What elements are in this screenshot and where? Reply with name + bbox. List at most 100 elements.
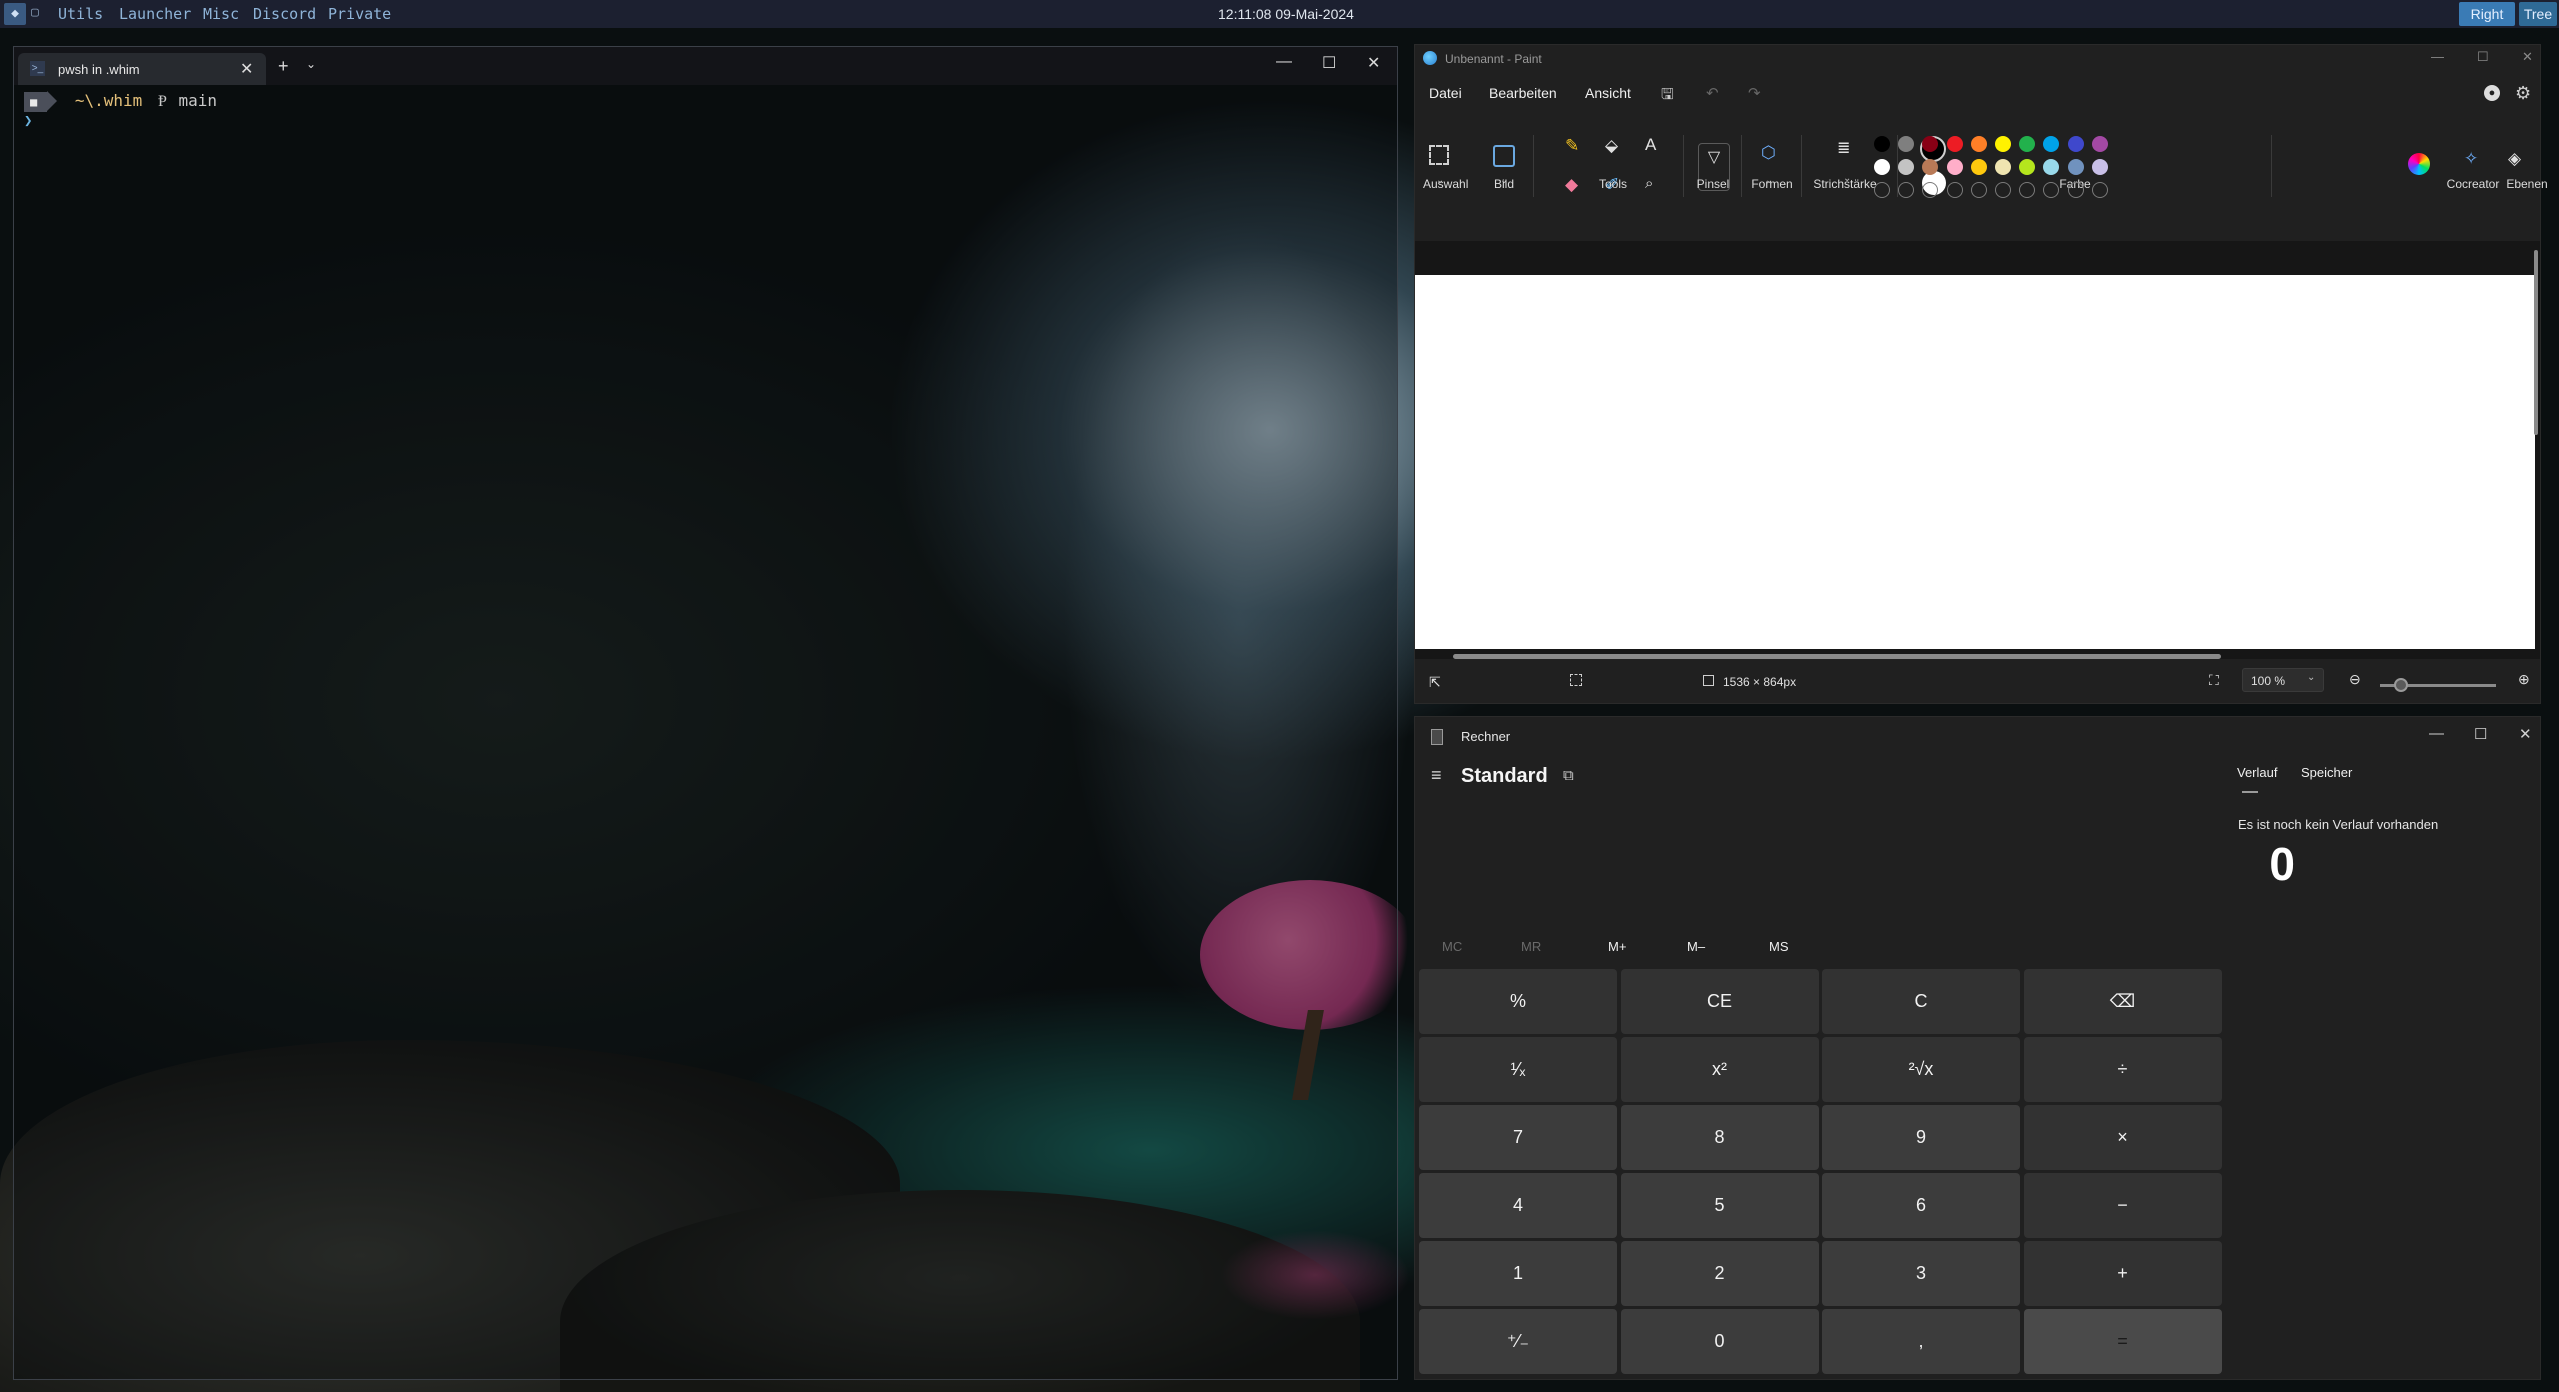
fit-to-window-icon[interactable]: ⛶	[2209, 672, 2219, 689]
memory-subtract-button[interactable]: M–	[1687, 939, 1705, 954]
fill-bucket-icon[interactable]: ⬙	[1605, 136, 1618, 156]
memory-clear-button[interactable]: MC	[1442, 939, 1462, 954]
custom-color-slot[interactable]	[1995, 182, 2011, 198]
maximize-button[interactable]: ☐	[2474, 725, 2487, 743]
palette-color-swatch[interactable]	[2043, 159, 2060, 175]
minimize-button[interactable]: —	[2429, 725, 2444, 742]
home-icon[interactable]: ◆	[4, 3, 26, 25]
custom-color-slot[interactable]	[1922, 182, 1939, 198]
multiply-button[interactable]: ×	[2023, 1105, 2222, 1170]
terminal-tab[interactable]: >_ pwsh in .whim ✕	[18, 53, 266, 85]
new-tab-button[interactable]: +	[278, 56, 289, 77]
palette-color-swatch[interactable]	[2067, 136, 2084, 152]
zoom-out-icon[interactable]: ⊖	[2349, 671, 2361, 688]
palette-color-swatch[interactable]	[1874, 136, 1890, 152]
custom-color-slot[interactable]	[2019, 182, 2036, 198]
close-tab-icon[interactable]: ✕	[240, 59, 253, 79]
square-root-button[interactable]: ²√x	[1822, 1037, 2020, 1102]
redo-icon[interactable]: ↷	[1748, 84, 1761, 102]
palette-color-swatch[interactable]	[1995, 136, 2011, 152]
keep-on-top-icon[interactable]: ⧉	[1563, 767, 1574, 784]
digit-3-button[interactable]: 3	[1822, 1241, 2020, 1306]
digit-0-button[interactable]: 0	[1620, 1309, 1819, 1374]
palette-color-swatch[interactable]	[2043, 136, 2060, 152]
layers-icon[interactable]: ◈	[2508, 149, 2521, 169]
horizontal-scrollbar[interactable]	[1453, 654, 2221, 659]
minimize-button[interactable]: —	[1276, 53, 1292, 71]
workspace-utils[interactable]: Utils	[58, 5, 103, 23]
workspace-discord[interactable]: Discord	[253, 5, 316, 23]
palette-color-swatch[interactable]	[2091, 159, 2108, 175]
image-icon[interactable]	[1493, 145, 1515, 167]
shapes-icon[interactable]: ⬡	[1761, 143, 1776, 163]
memory-recall-button[interactable]: MR	[1521, 939, 1541, 954]
account-icon[interactable]: ●	[2484, 85, 2500, 101]
workspace-misc[interactable]: Misc	[203, 5, 239, 23]
select-rectangle-icon[interactable]	[1429, 145, 1449, 165]
workspace-private[interactable]: Private	[328, 5, 391, 23]
drawing-canvas[interactable]	[1415, 275, 2535, 649]
digit-5-button[interactable]: 5	[1620, 1173, 1819, 1238]
tab-dropdown-chevron-icon[interactable]: ⌄	[306, 57, 316, 71]
custom-color-slot[interactable]	[2091, 182, 2108, 198]
clear-button[interactable]: C	[1822, 969, 2020, 1034]
layout-right-button[interactable]: Right	[2459, 2, 2515, 26]
stroke-size-icon[interactable]: ≣	[1837, 141, 1850, 157]
menu-datei[interactable]: Datei	[1429, 85, 1462, 101]
vertical-scrollbar[interactable]	[2534, 250, 2538, 435]
text-icon[interactable]: A	[1645, 135, 1656, 155]
zoom-slider-thumb[interactable]	[2394, 678, 2408, 692]
hamburger-menu-icon[interactable]: ≡	[1431, 765, 1442, 786]
tab-speicher[interactable]: Speicher	[2301, 765, 2352, 780]
workspace-launcher[interactable]: Launcher	[119, 5, 191, 23]
menu-ansicht[interactable]: Ansicht	[1585, 85, 1631, 101]
close-button[interactable]: ✕	[2522, 49, 2533, 65]
percent-button[interactable]: %	[1419, 969, 1617, 1034]
palette-color-swatch[interactable]	[1946, 159, 1963, 175]
maximize-button[interactable]: ☐	[1322, 53, 1336, 73]
palette-color-swatch[interactable]	[2067, 159, 2084, 175]
square-button[interactable]: x²	[1620, 1037, 1819, 1102]
backspace-button[interactable]: ⌫	[2023, 969, 2222, 1034]
chevron-down-icon[interactable]: ⌄	[2307, 672, 2315, 683]
tab-verlauf[interactable]: Verlauf	[2237, 765, 2277, 780]
palette-color-swatch[interactable]	[1898, 136, 1915, 152]
digit-7-button[interactable]: 7	[1419, 1105, 1617, 1170]
equals-button[interactable]: =	[2023, 1309, 2222, 1374]
palette-color-swatch[interactable]	[1970, 159, 1987, 175]
negate-button[interactable]: ⁺⁄₋	[1419, 1309, 1617, 1374]
custom-color-slot[interactable]	[2043, 182, 2060, 198]
palette-color-swatch[interactable]	[1874, 159, 1890, 175]
palette-color-swatch[interactable]	[1946, 136, 1963, 152]
digit-1-button[interactable]: 1	[1419, 1241, 1617, 1306]
memory-add-button[interactable]: M+	[1608, 939, 1626, 954]
decimal-button[interactable]: ,	[1822, 1309, 2020, 1374]
color-wheel-icon[interactable]	[2408, 153, 2430, 175]
custom-color-slot[interactable]	[1970, 182, 1987, 198]
menu-bearbeiten[interactable]: Bearbeiten	[1489, 85, 1557, 101]
palette-color-swatch[interactable]	[2019, 136, 2036, 152]
save-icon[interactable]: 🖫	[1661, 84, 1674, 109]
add-button[interactable]: +	[2023, 1241, 2222, 1306]
minimize-button[interactable]: —	[2431, 49, 2444, 64]
eraser-icon[interactable]: ◆	[1565, 175, 1578, 195]
close-button[interactable]: ✕	[1367, 53, 1380, 73]
digit-2-button[interactable]: 2	[1620, 1241, 1819, 1306]
custom-color-slot[interactable]	[1898, 182, 1915, 198]
undo-icon[interactable]: ↶	[1706, 84, 1719, 102]
divide-button[interactable]: ÷	[2023, 1037, 2222, 1102]
clear-entry-button[interactable]: CE	[1620, 969, 1819, 1034]
subtract-button[interactable]: −	[2023, 1173, 2222, 1238]
digit-8-button[interactable]: 8	[1620, 1105, 1819, 1170]
palette-color-swatch[interactable]	[1970, 136, 1987, 152]
zoom-in-icon[interactable]: ⊕	[2518, 671, 2530, 688]
palette-color-swatch[interactable]	[2091, 136, 2108, 152]
custom-color-slot[interactable]	[2067, 182, 2084, 198]
digit-4-button[interactable]: 4	[1419, 1173, 1617, 1238]
magnifier-icon[interactable]: ⌕	[1645, 175, 1653, 192]
layout-tree-button[interactable]: Tree	[2519, 2, 2557, 26]
cocreator-icon[interactable]: ✧	[2464, 149, 2478, 169]
memory-store-button[interactable]: MS	[1769, 939, 1789, 954]
digit-6-button[interactable]: 6	[1822, 1173, 2020, 1238]
palette-color-swatch[interactable]	[2019, 159, 2036, 175]
